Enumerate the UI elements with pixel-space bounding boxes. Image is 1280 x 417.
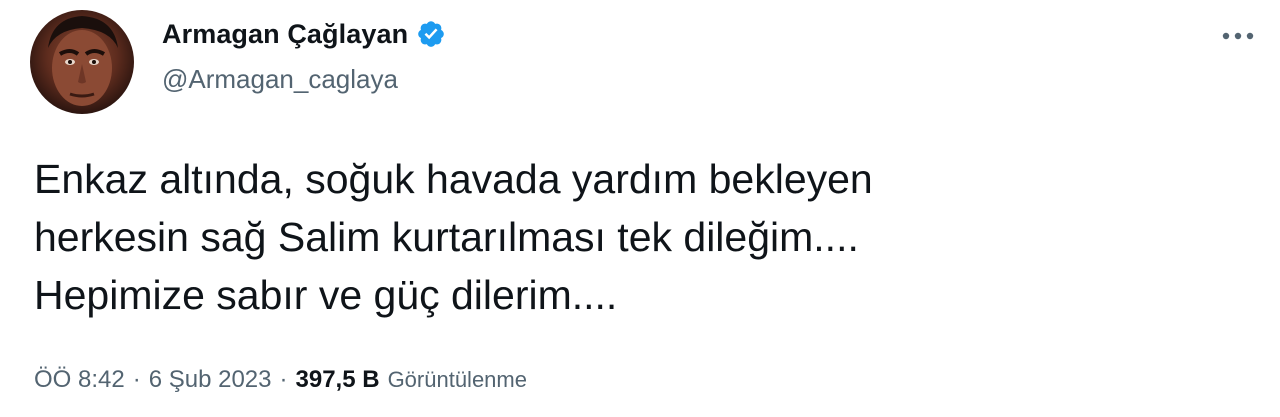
views-label: Görüntülenme xyxy=(387,367,527,392)
tweet-meta: ÖÖ 8:42 · 6 Şub 2023 · 397,5 B Görüntüle… xyxy=(34,366,527,394)
verified-badge-icon[interactable] xyxy=(416,19,446,49)
tweet-text-line: Enkaz altında, soğuk havada yardım bekle… xyxy=(34,156,873,202)
tweet: Armagan Çağlayan @Armagan_caglaya Enkaz … xyxy=(0,0,1280,417)
tweet-date[interactable]: 6 Şub 2023 xyxy=(149,366,272,394)
tweet-text-line: herkesin sağ Salim kurtarılması tek dile… xyxy=(34,214,859,260)
avatar-photo xyxy=(48,16,118,106)
views-count: 397,5 B xyxy=(295,366,380,393)
author-handle[interactable]: @Armagan_caglaya xyxy=(162,64,446,95)
display-name[interactable]: Armagan Çağlayan xyxy=(162,19,408,50)
tweet-text: Enkaz altında, soğuk havada yardım bekle… xyxy=(34,150,1234,324)
name-row: Armagan Çağlayan xyxy=(162,14,446,54)
more-button[interactable] xyxy=(1216,18,1260,54)
author-info: Armagan Çağlayan @Armagan_caglaya xyxy=(162,14,446,95)
meta-separator: · xyxy=(279,366,288,393)
tweet-time[interactable]: ÖÖ 8:42 xyxy=(34,366,125,394)
tweet-text-line: Hepimize sabır ve güç dilerim.... xyxy=(34,272,618,318)
meta-separator: · xyxy=(132,366,141,393)
more-horizontal-icon xyxy=(1222,32,1254,40)
avatar[interactable] xyxy=(30,10,134,114)
